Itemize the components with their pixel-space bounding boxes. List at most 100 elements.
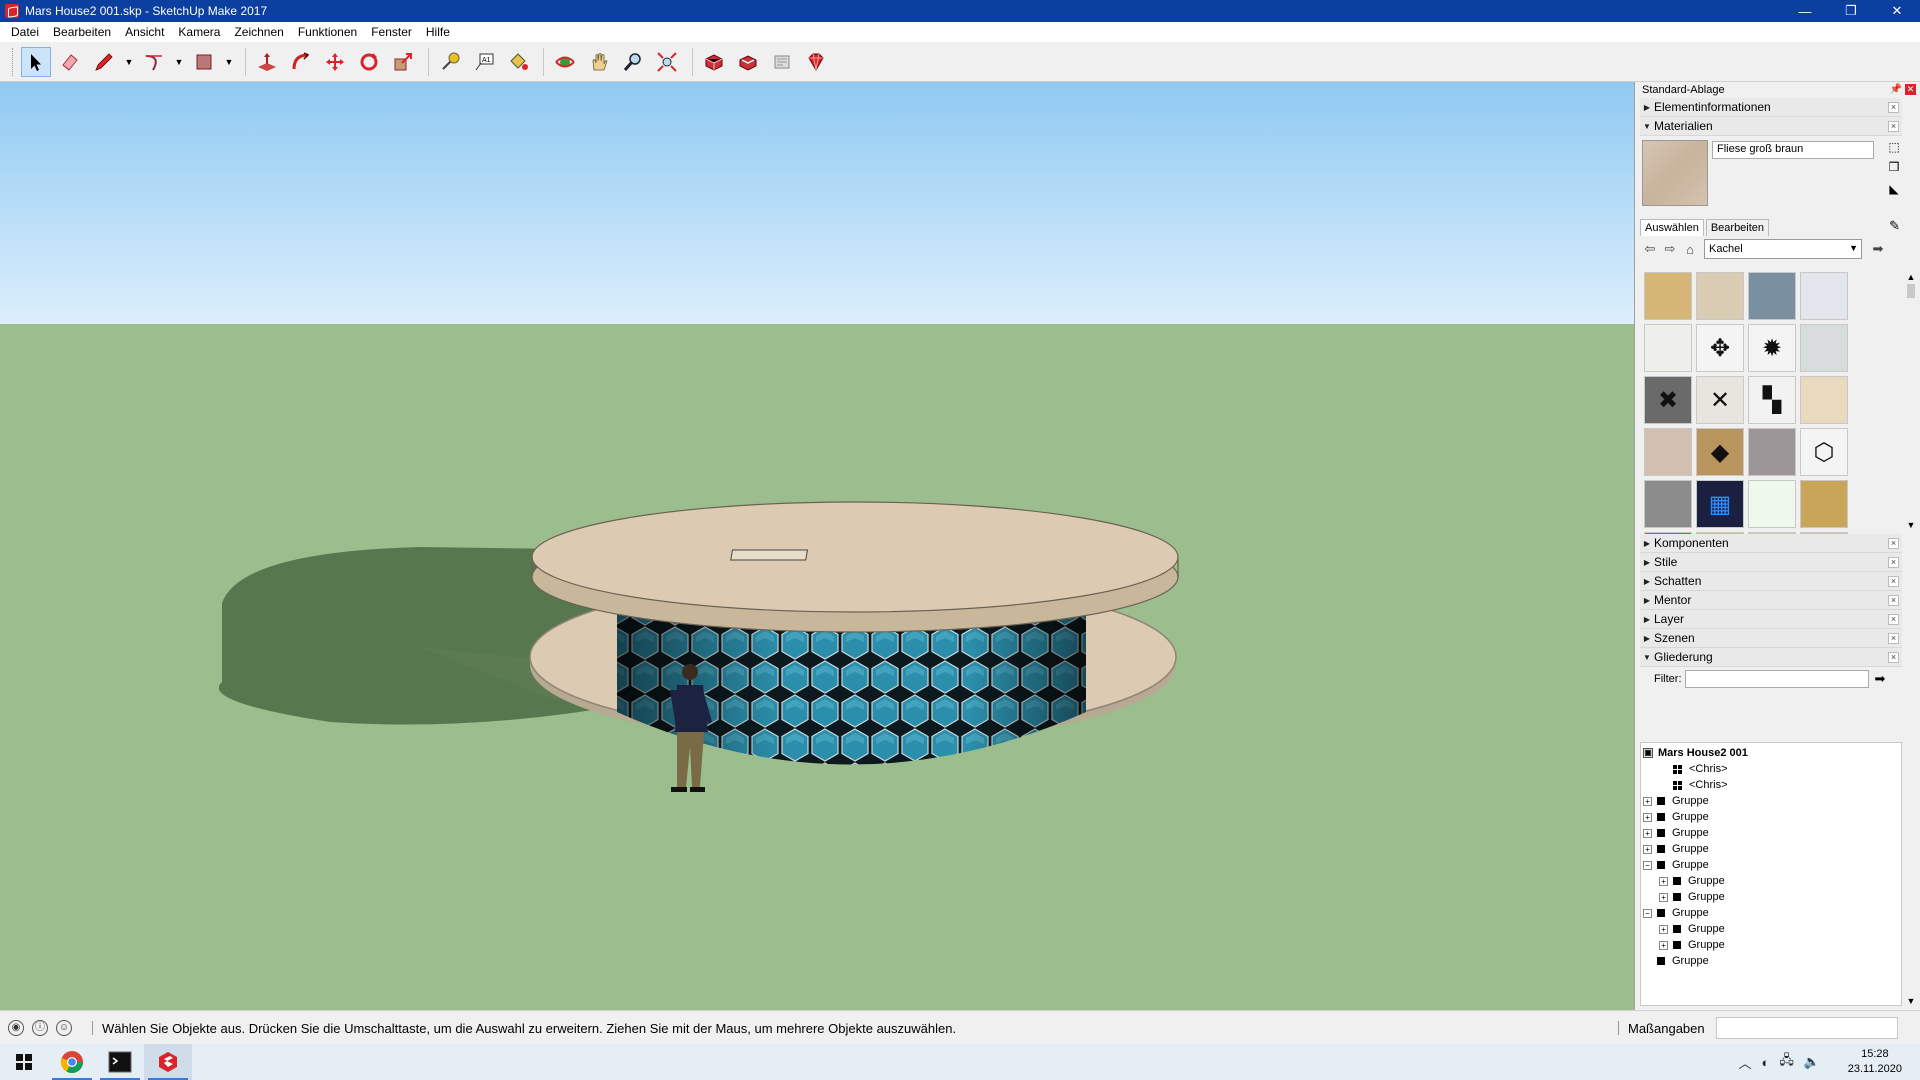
material-swatch[interactable]: [1696, 272, 1744, 320]
panel-header-gliederung[interactable]: ▼ Gliederung ×: [1640, 648, 1902, 667]
panel-close-icon[interactable]: ×: [1888, 538, 1899, 549]
library-select[interactable]: Kachel ▼: [1704, 239, 1862, 259]
sync-icon[interactable]: ◐: [1761, 1055, 1769, 1070]
menu-fenster[interactable]: Fenster: [364, 22, 419, 42]
user-icon[interactable]: ☺: [56, 1019, 72, 1036]
network-icon[interactable]: 🖧: [1779, 1051, 1794, 1073]
outline-item[interactable]: + Gruppe: [1641, 841, 1901, 857]
panel-header-elementinfo[interactable]: ▶ Elementinformationen ×: [1640, 98, 1902, 117]
top-disc[interactable]: [531, 501, 1179, 613]
outline-item[interactable]: + Gruppe: [1641, 921, 1901, 937]
panel-close-icon[interactable]: ×: [1888, 652, 1899, 663]
details-arrow-icon[interactable]: ➡: [1875, 671, 1886, 687]
chevron-up-icon[interactable]: ︿: [1738, 1053, 1751, 1072]
paint-tool-button[interactable]: [503, 47, 533, 77]
move-tool-button[interactable]: [320, 47, 350, 77]
orbit-tool-button[interactable]: [550, 47, 580, 77]
panel-close-icon[interactable]: ×: [1888, 614, 1899, 625]
material-swatch[interactable]: [1800, 480, 1848, 528]
menu-funktionen[interactable]: Funktionen: [291, 22, 364, 42]
line-tool-button[interactable]: [89, 47, 119, 77]
eraser-tool-button[interactable]: [55, 47, 85, 77]
forward-arrow-icon[interactable]: ⇨: [1660, 241, 1680, 257]
collapse-icon[interactable]: −: [1643, 860, 1652, 870]
scroll-down-icon[interactable]: ▼: [1904, 520, 1918, 530]
outline-item[interactable]: − Gruppe: [1641, 857, 1901, 873]
pushpull-tool-button[interactable]: [252, 47, 282, 77]
material-name-field[interactable]: Fliese groß braun: [1712, 141, 1874, 159]
menu-zeichnen[interactable]: Zeichnen: [227, 22, 290, 42]
panel-close-icon[interactable]: ×: [1888, 102, 1899, 113]
outline-scrollbar[interactable]: ▼: [1904, 742, 1918, 1006]
tab-bearbeiten[interactable]: Bearbeiten: [1705, 219, 1770, 236]
outline-item[interactable]: Gruppe: [1641, 953, 1901, 969]
expand-icon[interactable]: +: [1659, 876, 1668, 886]
select-tool-button[interactable]: [21, 46, 51, 77]
outline-item[interactable]: + Gruppe: [1641, 809, 1901, 825]
tape-tool-button[interactable]: [435, 47, 465, 77]
volume-icon[interactable]: 🔈: [1804, 1054, 1820, 1070]
maximize-button[interactable]: ❐: [1828, 0, 1874, 22]
measurements-input[interactable]: [1716, 1017, 1898, 1039]
menu-bearbeiten[interactable]: Bearbeiten: [46, 22, 118, 42]
scroll-down-icon[interactable]: ▼: [1904, 996, 1918, 1006]
taskbar-clock[interactable]: 15:28 23.11.2020: [1848, 1047, 1902, 1077]
start-button[interactable]: [0, 1044, 48, 1080]
arc-tool-dropdown[interactable]: ▼: [173, 47, 185, 77]
panel-header-stile[interactable]: ▶ Stile ×: [1640, 553, 1902, 572]
shape-tool-button[interactable]: [189, 47, 219, 77]
filter-input[interactable]: [1684, 670, 1869, 688]
material-swatch[interactable]: [1748, 480, 1796, 528]
pan-tool-button[interactable]: [584, 47, 614, 77]
credits-icon[interactable]: ⓘ: [32, 1019, 48, 1036]
current-material-swatch[interactable]: [1642, 140, 1708, 206]
tray-close-icon[interactable]: ✕: [1905, 84, 1916, 95]
material-swatch[interactable]: [1748, 272, 1796, 320]
close-button[interactable]: ✕: [1874, 0, 1920, 22]
arc-tool-button[interactable]: [139, 47, 169, 77]
taskbar-chrome[interactable]: [48, 1044, 96, 1080]
material-swatch[interactable]: [1644, 324, 1692, 372]
outline-item[interactable]: <Chris>: [1641, 761, 1901, 777]
panel-header-mentor[interactable]: ▶ Mentor ×: [1640, 591, 1902, 610]
panel-header-layer[interactable]: ▶ Layer ×: [1640, 610, 1902, 629]
panel-close-icon[interactable]: ×: [1888, 576, 1899, 587]
outline-item[interactable]: <Chris>: [1641, 777, 1901, 793]
panel-header-szenen[interactable]: ▶ Szenen ×: [1640, 629, 1902, 648]
outline-item[interactable]: + Gruppe: [1641, 825, 1901, 841]
panel-header-komponenten[interactable]: ▶ Komponenten ×: [1640, 534, 1902, 553]
material-swatch[interactable]: [1800, 272, 1848, 320]
menu-kamera[interactable]: Kamera: [171, 22, 227, 42]
back-arrow-icon[interactable]: ⇦: [1640, 241, 1660, 257]
material-swatch[interactable]: [1748, 428, 1796, 476]
menu-ansicht[interactable]: Ansicht: [118, 22, 171, 42]
outline-item[interactable]: + Gruppe: [1641, 793, 1901, 809]
line-tool-dropdown[interactable]: ▼: [123, 47, 135, 77]
panel-header-materialien[interactable]: ▼ Materialien ×: [1640, 117, 1902, 136]
tab-auswaehlen[interactable]: Auswählen: [1640, 219, 1704, 236]
material-swatch[interactable]: ▚: [1748, 376, 1796, 424]
menu-hilfe[interactable]: Hilfe: [419, 22, 457, 42]
extension-manager-button[interactable]: [801, 47, 831, 77]
material-swatch[interactable]: [1644, 272, 1692, 320]
expand-icon[interactable]: +: [1659, 940, 1668, 950]
material-swatch[interactable]: [1800, 324, 1848, 372]
taskbar-sketchup[interactable]: [144, 1044, 192, 1080]
expand-icon[interactable]: +: [1643, 844, 1652, 854]
followme-tool-button[interactable]: [286, 47, 316, 77]
outline-item[interactable]: + Gruppe: [1641, 889, 1901, 905]
minimize-button[interactable]: —: [1782, 0, 1828, 22]
toolbar-grip[interactable]: [12, 47, 15, 76]
expand-icon[interactable]: +: [1659, 892, 1668, 902]
rotate-tool-button[interactable]: [354, 47, 384, 77]
scroll-thumb[interactable]: [1907, 284, 1915, 298]
material-swatch[interactable]: ⬡: [1800, 428, 1848, 476]
details-arrow-icon[interactable]: ➡: [1868, 241, 1888, 257]
panel-close-icon[interactable]: ×: [1888, 633, 1899, 644]
material-sample-icon[interactable]: ❒: [1886, 160, 1902, 176]
panel-close-icon[interactable]: ×: [1888, 121, 1899, 132]
zoom-tool-button[interactable]: [618, 47, 648, 77]
material-swatch[interactable]: ✖: [1644, 376, 1692, 424]
eyedropper-icon[interactable]: ✎: [1889, 218, 1900, 234]
pin-icon[interactable]: 📌: [1890, 84, 1902, 95]
